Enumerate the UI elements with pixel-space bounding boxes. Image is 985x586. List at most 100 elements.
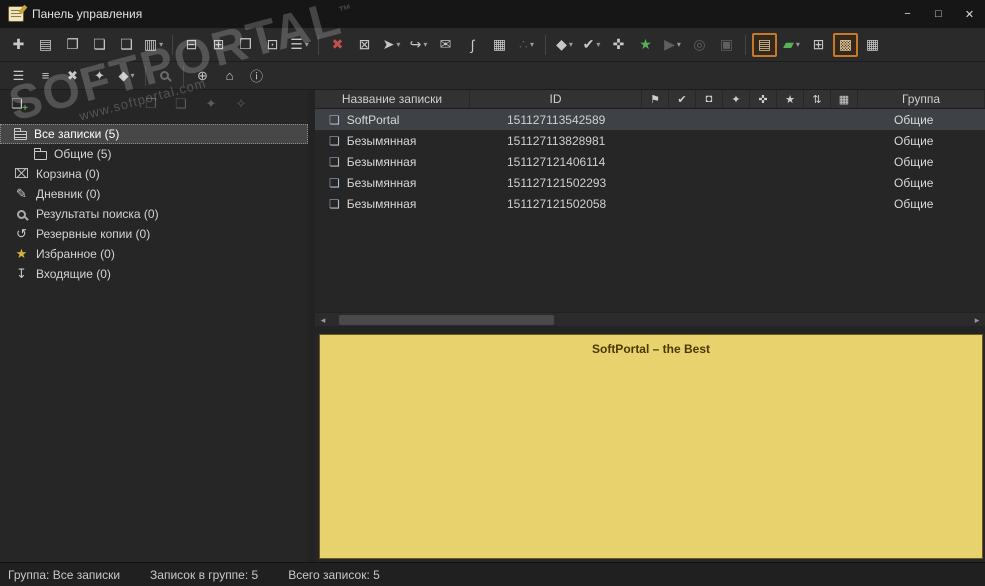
note-preview[interactable]: SoftPortal – the Best	[319, 334, 983, 559]
encrypt-menu-button[interactable]: ◆	[114, 65, 139, 86]
clear-button[interactable]: ✖	[60, 65, 85, 86]
sidebar-item-favorites[interactable]: ★ Избранное (0)	[0, 244, 308, 264]
toolbar-row-1: ✚ ▤ ❐ ❏ ❑ ▥ ⊟ ⊞ ❒ ⊡ ☰ ✖ ⊠ ➤ ↪ ✉ ∫ ▦ ∴ ◆ …	[0, 28, 985, 62]
window-title: Панель управления	[32, 7, 143, 21]
home-page-button[interactable]: ⌂	[217, 65, 242, 86]
password-button[interactable]: ✦	[87, 65, 112, 86]
maximize-button[interactable]: □	[923, 0, 954, 28]
todo-menu-button[interactable]: ✔	[579, 33, 604, 57]
sidebar-item-label: Входящие (0)	[36, 267, 111, 281]
journal-icon: ✎	[16, 186, 27, 201]
main-area: ❏ ❐ ❑ ✦ ✧ Все записки (5) Общие (5) ⌧ Ко…	[0, 90, 985, 562]
vertical-splitter[interactable]	[308, 90, 315, 562]
sidebar-item-diary[interactable]: ✎ Дневник (0)	[0, 184, 308, 204]
info-button[interactable]: ⓘ	[244, 65, 269, 86]
panel-view-button[interactable]: ▤	[752, 32, 777, 57]
column-header-date[interactable]: ▦	[831, 90, 858, 108]
table-row[interactable]: ❏ Безымянная 151127113828981 Общие	[315, 130, 985, 151]
duplicate-note-button[interactable]: ❑	[114, 33, 139, 57]
note-group-cell: Общие	[894, 196, 934, 211]
toolbar-separator	[745, 34, 746, 55]
export-note-button[interactable]: ⊞	[206, 33, 231, 57]
order-menu-button[interactable]: ≡	[33, 65, 58, 86]
trash-icon: ⌧	[14, 166, 29, 181]
note-id-cell: 151127121502293	[507, 175, 607, 190]
scroll-left-icon[interactable]: ◂	[315, 313, 331, 327]
paste-note-button[interactable]: ❏	[87, 33, 112, 57]
save-note-button[interactable]: ⊟	[179, 33, 204, 57]
note-name-cell: ❏ Безымянная	[315, 134, 470, 148]
delete-note-button[interactable]: ✖	[325, 33, 350, 57]
scroll-right-icon[interactable]: ▸	[969, 313, 985, 327]
sidebar-item-inbox[interactable]: ↧ Входящие (0)	[0, 264, 308, 284]
add-group-button[interactable]: ❏	[6, 93, 28, 115]
sidebar-item-common[interactable]: Общие (5)	[0, 144, 308, 164]
column-header-lock[interactable]: ◘	[696, 90, 723, 108]
new-note-button[interactable]: ✚	[6, 33, 31, 57]
print-preview-button[interactable]: ❒	[233, 33, 258, 57]
column-header-check[interactable]: ✔	[669, 90, 696, 108]
scrollbar-track[interactable]	[331, 314, 967, 325]
pin-note-button[interactable]: ✜	[606, 33, 631, 57]
send-menu-button[interactable]: ➤	[379, 33, 404, 57]
horizontal-splitter[interactable]	[315, 326, 985, 334]
column-header-star[interactable]: ★	[777, 90, 804, 108]
groups-tree: Все записки (5) Общие (5) ⌧ Корзина (0) …	[0, 118, 308, 284]
note-name-cell: ❏ Безымянная	[315, 155, 470, 169]
tags-menu-button[interactable]: ◆	[552, 33, 577, 57]
note-group-cell: Общие	[894, 112, 934, 127]
table-mode-button[interactable]: ⊞	[806, 33, 831, 57]
table-row[interactable]: ❏ Безымянная 151127121502058 Общие	[315, 193, 985, 214]
sidebar-item-label: Дневник (0)	[36, 187, 101, 201]
note-group-cell: Общие	[894, 175, 934, 190]
calendar-mode-button[interactable]: ▦	[860, 33, 885, 57]
column-header-group[interactable]: Группа	[858, 90, 985, 108]
column-header-id[interactable]: ID	[470, 90, 642, 108]
content-area: Название записки ID ⚑ ✔ ◘ ✦ ✜ ★ ⇅ ▦ Груп…	[315, 90, 985, 562]
group-toolbar: ❏ ❐ ❑ ✦ ✧	[0, 90, 308, 118]
copy-note-button[interactable]: ❐	[60, 33, 85, 57]
insert-menu-button[interactable]: ↪	[406, 33, 431, 57]
sidebar-item-search-results[interactable]: Результаты поиска (0)	[0, 204, 308, 224]
sort-menu-button[interactable]: ☰	[287, 33, 312, 57]
remove-group-password-button[interactable]: ✧	[230, 93, 252, 115]
column-header-name[interactable]: Название записки	[315, 90, 470, 108]
table-row[interactable]: ❏ SoftPortal 151127113542589 Общие	[315, 109, 985, 130]
group-folders-button[interactable]: ❑	[170, 93, 192, 115]
attach-file-button[interactable]: ∫	[460, 33, 485, 57]
search-button[interactable]	[152, 65, 177, 86]
scrollbar-thumb[interactable]	[339, 314, 554, 325]
table-row[interactable]: ❏ Безымянная 151127121406114 Общие	[315, 151, 985, 172]
email-note-button[interactable]: ✉	[433, 33, 458, 57]
color-menu-button[interactable]: ▰	[779, 33, 804, 57]
search-icon	[17, 209, 26, 219]
column-header-sort[interactable]: ⇅	[804, 90, 831, 108]
import-note-button[interactable]: ▤	[33, 33, 58, 57]
grid-mode-button[interactable]: ▩	[833, 32, 858, 57]
sidebar-item-all-notes[interactable]: Все записки (5)	[0, 124, 308, 144]
toolbar-separator	[545, 34, 546, 55]
insert-table-button[interactable]: ▦	[487, 33, 512, 57]
star-icon: ★	[785, 93, 795, 106]
column-header-flag[interactable]: ⚑	[642, 90, 669, 108]
print-note-button[interactable]: ⊡	[260, 33, 285, 57]
sidebar-item-backups[interactable]: ↺ Резервные копии (0)	[0, 224, 308, 244]
archive-note-button[interactable]: ⊠	[352, 33, 377, 57]
close-button[interactable]: ✕	[954, 0, 985, 28]
templates-menu-button[interactable]: ▥	[141, 33, 166, 57]
set-group-password-button[interactable]: ✦	[200, 93, 222, 115]
structure-menu-button[interactable]: ☰	[6, 65, 31, 86]
run-menu-button: ▶	[660, 33, 685, 57]
web-services-button[interactable]: ⊕	[190, 65, 215, 86]
titlebar: Панель управления − □ ✕	[0, 0, 985, 28]
column-header-pin[interactable]: ✜	[750, 90, 777, 108]
sidebar-item-trash[interactable]: ⌧ Корзина (0)	[0, 164, 308, 184]
new-subgroup-button[interactable]: ❐	[140, 93, 162, 115]
column-header-key[interactable]: ✦	[723, 90, 750, 108]
horizontal-scrollbar[interactable]: ◂ ▸	[315, 312, 985, 326]
note-icon: ❏	[329, 175, 340, 190]
window-controls: − □ ✕	[892, 0, 985, 28]
minimize-button[interactable]: −	[892, 0, 923, 28]
add-favorite-button[interactable]: ★	[633, 33, 658, 57]
table-row[interactable]: ❏ Безымянная 151127121502293 Общие	[315, 172, 985, 193]
